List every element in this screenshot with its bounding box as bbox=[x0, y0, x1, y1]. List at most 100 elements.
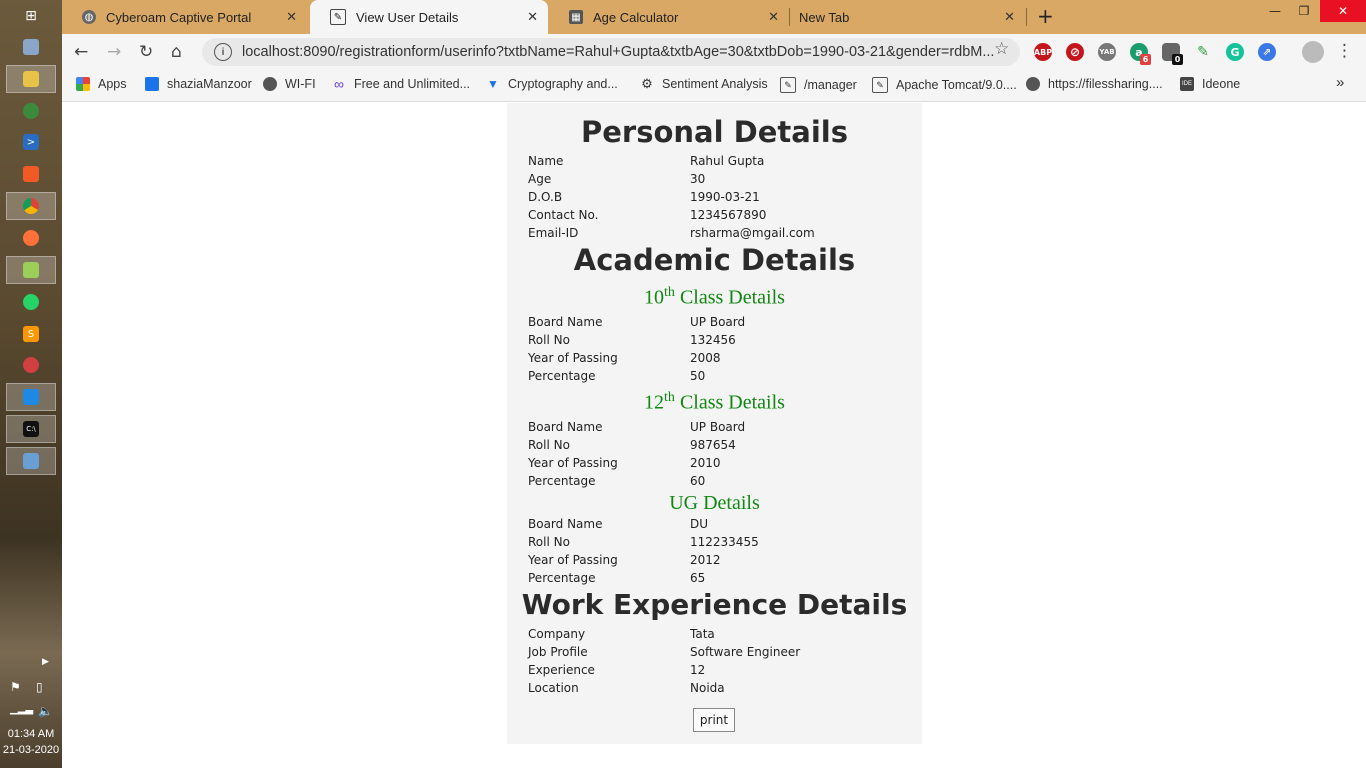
command-prompt-icon: C:\ bbox=[23, 421, 39, 437]
bookmark-filessharing[interactable]: https://filessharing.... bbox=[1026, 77, 1163, 91]
detail-value: Software Engineer bbox=[690, 645, 801, 659]
bookmark-sentiment-analysis[interactable]: ⚙ Sentiment Analysis bbox=[640, 76, 767, 91]
bookmark-label: /manager bbox=[804, 78, 857, 92]
bookmarks-bar: Apps shaziaManzoor WI-FI ∞ Free and Unli… bbox=[62, 70, 1366, 102]
detail-label: Roll No bbox=[528, 333, 570, 347]
clock-time[interactable]: 01:34 AM bbox=[0, 728, 62, 740]
detail-value: Tata bbox=[690, 627, 715, 641]
detail-row: Email-ID rsharma@mgail.com bbox=[528, 226, 908, 244]
bookmark-wifi[interactable]: WI-FI bbox=[263, 77, 316, 91]
close-tab-icon[interactable]: ✕ bbox=[527, 9, 538, 25]
notepad-icon bbox=[23, 262, 39, 278]
action-center-icon[interactable]: ⚑ bbox=[10, 680, 21, 694]
bookmark-apps[interactable]: Apps bbox=[76, 77, 127, 91]
pen-icon[interactable]: ✎ bbox=[1194, 43, 1212, 61]
tomcat-icon: ✎ bbox=[872, 77, 888, 93]
bookmarks-more-button[interactable]: » bbox=[1336, 74, 1344, 91]
detail-value: 1990-03-21 bbox=[690, 190, 760, 204]
taskbar-app-firefox[interactable] bbox=[6, 224, 56, 252]
detail-row: Job Profile Software Engineer bbox=[528, 645, 908, 663]
detail-value: 2012 bbox=[690, 553, 721, 567]
chrome-icon bbox=[23, 198, 39, 214]
taskbar-app-cmd[interactable]: C:\ bbox=[6, 415, 56, 443]
adblock-icon[interactable]: ABP bbox=[1034, 43, 1052, 61]
close-tab-icon[interactable]: ✕ bbox=[768, 9, 779, 25]
tray-expand-icon[interactable]: ▶ bbox=[42, 657, 49, 667]
address-bar[interactable]: i localhost:8090/registrationform/userin… bbox=[202, 38, 1020, 66]
new-tab-button[interactable]: + bbox=[1037, 4, 1054, 28]
tab-cyberoam[interactable]: ◍ Cyberoam Captive Portal ✕ bbox=[62, 0, 307, 34]
bookmark-cryptography[interactable]: ▼ Cryptography and... bbox=[486, 77, 618, 91]
extension-counter-badge: 0 bbox=[1172, 54, 1183, 65]
taskbar-app-whatsapp[interactable] bbox=[6, 288, 56, 316]
bookmark-free-unlimited[interactable]: ∞ Free and Unlimited... bbox=[332, 76, 470, 92]
detail-label: Board Name bbox=[528, 517, 603, 531]
detail-row: Age 30 bbox=[528, 172, 908, 190]
close-tab-icon[interactable]: ✕ bbox=[1004, 9, 1015, 25]
network-icon bbox=[23, 103, 39, 119]
detail-row: Year of Passing 2012 bbox=[528, 553, 908, 571]
bookmark-shaziamanzoor[interactable]: shaziaManzoor bbox=[145, 77, 252, 91]
bookmark-label: WI-FI bbox=[285, 77, 316, 91]
taskbar-app-vscode[interactable] bbox=[6, 383, 56, 411]
bookmark-label: https://filessharing.... bbox=[1048, 77, 1163, 91]
ideone-icon: IDE bbox=[1180, 77, 1194, 91]
back-arrow-icon[interactable]: ← bbox=[74, 42, 88, 62]
detail-row: Percentage 65 bbox=[528, 571, 908, 589]
detail-label: Age bbox=[528, 172, 552, 186]
taskbar-app-explorer[interactable] bbox=[6, 65, 56, 93]
site-info-icon[interactable]: i bbox=[214, 43, 232, 61]
bookmark-label: Cryptography and... bbox=[508, 77, 618, 91]
class-heading-text: Class Details bbox=[674, 286, 785, 309]
detail-value: 60 bbox=[690, 474, 706, 488]
detail-value: UP Board bbox=[690, 420, 746, 434]
clock-date[interactable]: 21-03-2020 bbox=[0, 744, 62, 756]
taskbar-app-sublime[interactable]: S bbox=[6, 320, 56, 348]
tab-title: New Tab bbox=[799, 9, 850, 25]
start-button[interactable]: ⊞ bbox=[6, 2, 56, 30]
taskbar-app-chrome[interactable] bbox=[6, 192, 56, 220]
profile-avatar[interactable] bbox=[1302, 41, 1324, 63]
menu-dots-icon[interactable]: ⋮ bbox=[1336, 41, 1353, 61]
close-tab-icon[interactable]: ✕ bbox=[286, 9, 297, 25]
address-url[interactable]: localhost:8090/registrationform/userinfo… bbox=[242, 44, 997, 60]
bookmark-label: Apps bbox=[98, 77, 127, 91]
tab-new-tab[interactable]: New Tab ✕ bbox=[779, 0, 1025, 34]
block-icon[interactable]: ⊘ bbox=[1066, 43, 1084, 61]
bookmark-label: Apache Tomcat/9.0.... bbox=[896, 78, 1017, 92]
link-icon[interactable]: ⇗ bbox=[1258, 43, 1276, 61]
taskbar-app-settings[interactable] bbox=[6, 447, 56, 475]
calculator-icon: ▦ bbox=[569, 10, 583, 24]
wifi-signal-icon[interactable]: ▁▂▃ bbox=[10, 704, 33, 715]
close-window-button[interactable]: ✕ bbox=[1320, 0, 1366, 22]
detail-row: Board Name DU bbox=[528, 517, 908, 535]
yab-icon[interactable]: YAB bbox=[1098, 43, 1116, 61]
battery-icon[interactable]: ▯ bbox=[36, 680, 43, 694]
ordinal-suffix: th bbox=[664, 285, 675, 300]
detail-label: Year of Passing bbox=[528, 553, 618, 567]
reload-icon[interactable]: ↻ bbox=[139, 42, 153, 62]
bookmark-blue-icon bbox=[145, 77, 159, 91]
detail-label: Roll No bbox=[528, 438, 570, 452]
volume-icon[interactable]: 🔈 bbox=[38, 704, 53, 718]
print-button[interactable]: print bbox=[693, 708, 735, 732]
taskbar-app-notepad[interactable] bbox=[6, 256, 56, 284]
forward-arrow-icon[interactable]: → bbox=[107, 42, 121, 62]
maximize-button[interactable]: ❐ bbox=[1287, 0, 1321, 22]
grammarly-icon[interactable]: G bbox=[1226, 43, 1244, 61]
tab-age-calculator[interactable]: ▦ Age Calculator ✕ bbox=[549, 0, 789, 34]
bookmark-manager[interactable]: ✎ /manager bbox=[780, 77, 857, 93]
tab-view-user-details[interactable]: ✎ View User Details ✕ bbox=[310, 0, 548, 34]
taskbar-app-photos[interactable] bbox=[6, 33, 56, 61]
home-icon[interactable]: ⌂ bbox=[171, 42, 182, 62]
bookmark-apache-tomcat[interactable]: ✎ Apache Tomcat/9.0.... bbox=[872, 77, 1017, 93]
taskbar-app-media[interactable] bbox=[6, 351, 56, 379]
globe-icon: ◍ bbox=[82, 10, 96, 24]
taskbar-app-powershell[interactable]: > bbox=[6, 128, 56, 156]
detail-row: D.O.B 1990-03-21 bbox=[528, 190, 908, 208]
taskbar-app-network[interactable] bbox=[6, 97, 56, 125]
taskbar-app-brave[interactable] bbox=[6, 160, 56, 188]
detail-label: Year of Passing bbox=[528, 456, 618, 470]
bookmark-star-icon[interactable]: ☆ bbox=[994, 39, 1009, 59]
bookmark-ideone[interactable]: IDE Ideone bbox=[1180, 77, 1240, 91]
